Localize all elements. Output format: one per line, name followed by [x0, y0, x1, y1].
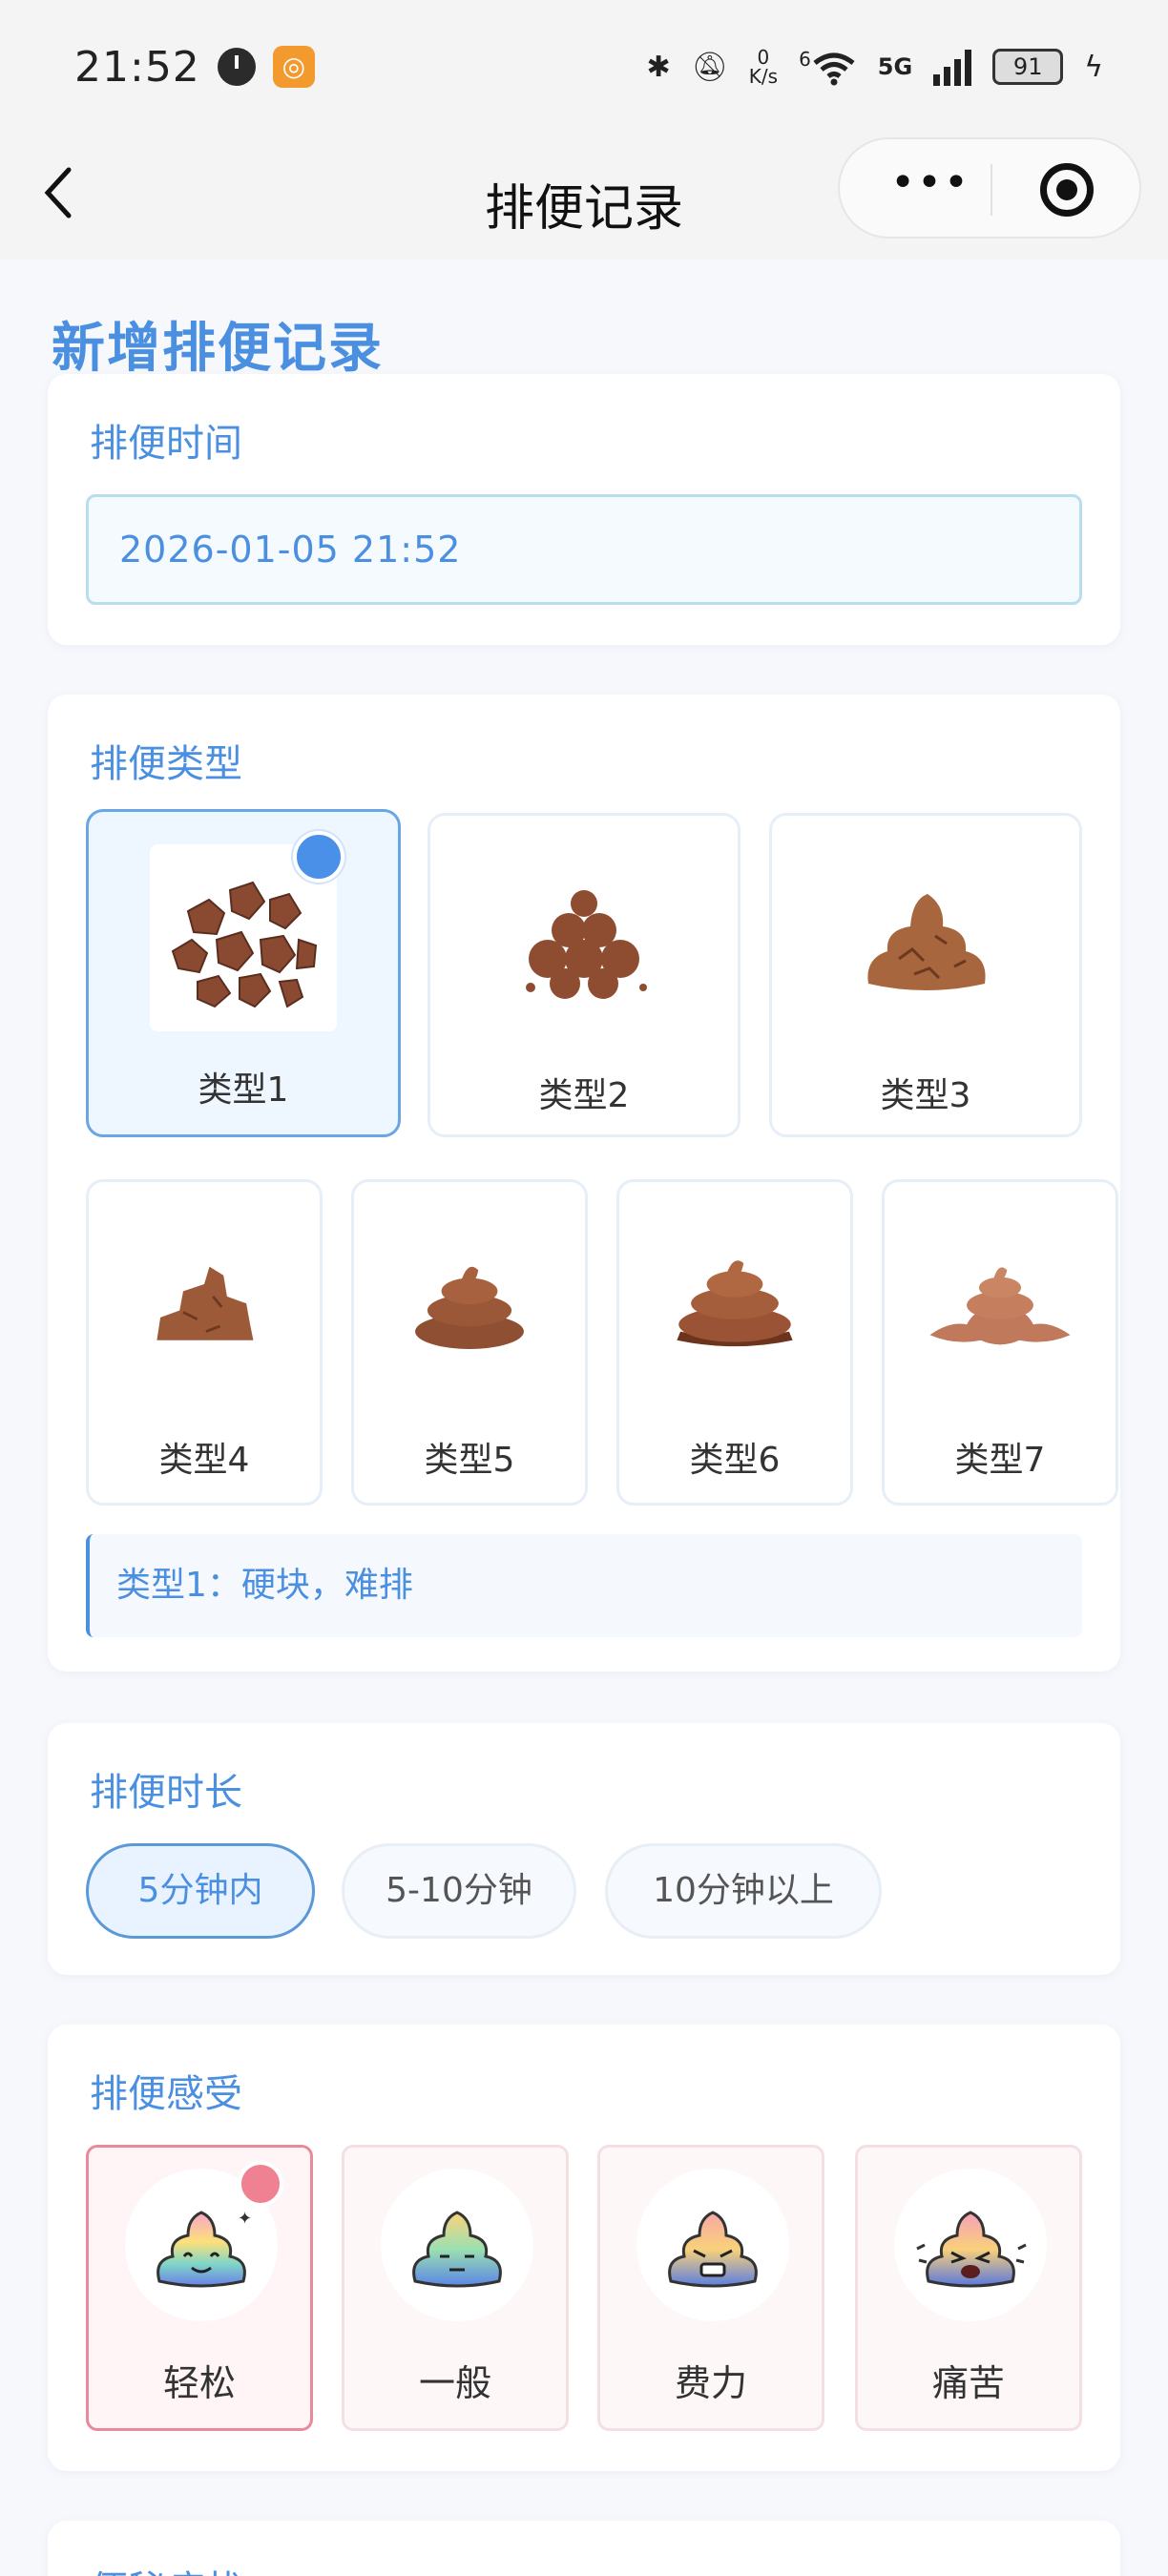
type-option-label: 类型7: [954, 1441, 1046, 1480]
status-time: 21:52: [74, 42, 200, 92]
status-bar: 21:52 ◎ ✱ 🔕︎ 0 K/s 6 5G 91 ϟ: [0, 0, 1168, 134]
time-label: 排便时间: [90, 422, 242, 466]
mini-program-capsule: •••: [838, 137, 1141, 239]
net-speed-unit: K/s: [748, 65, 779, 88]
type-option-label: 类型4: [158, 1441, 250, 1480]
type-description: 类型1：硬块，难排: [86, 1534, 1082, 1637]
duration-option-2[interactable]: 5-10分钟: [342, 1843, 576, 1939]
feeling-option-easy[interactable]: ✦ 轻松: [86, 2145, 313, 2431]
back-button[interactable]: [38, 162, 105, 229]
type-option-6[interactable]: 类型6: [616, 1179, 853, 1506]
feeling-option-label: 轻松: [162, 2362, 236, 2404]
bluetooth-icon: ✱: [646, 50, 671, 84]
neutral-poop-icon: [381, 2169, 533, 2321]
duration-card: 排便时长 5分钟内 5-10分钟 10分钟以上: [48, 1723, 1120, 1975]
type-label: 排便类型: [90, 742, 242, 786]
feeling-option-label: 费力: [674, 2362, 747, 2404]
feeling-option-label: 痛苦: [931, 2362, 1005, 2404]
wifi-icon: 6: [799, 48, 857, 86]
type-option-label: 类型1: [198, 1070, 289, 1110]
duration-label: 排便时长: [90, 1771, 242, 1815]
selected-check-icon: [293, 831, 344, 883]
type-option-1[interactable]: 类型1: [86, 809, 401, 1137]
selected-check-icon: [238, 2161, 283, 2207]
type-option-3[interactable]: 类型3: [769, 813, 1082, 1137]
straining-poop-icon: [636, 2169, 789, 2321]
feeling-option-normal[interactable]: 一般: [342, 2145, 569, 2431]
type-card: 排便类型 类型1 类型2 类型3 类型4 类型5 类型6 类型7 类型1：硬块，…: [48, 695, 1120, 1672]
net-speed: 0 K/s: [749, 48, 778, 86]
soft-blobs-icon: [384, 1209, 555, 1381]
lumpy-sausage-icon: [490, 844, 678, 1031]
battery-icon: 91: [992, 49, 1064, 85]
mushy-icon: [649, 1209, 821, 1381]
feeling-option-pain[interactable]: 痛苦: [855, 2145, 1082, 2431]
cracked-sausage-icon: [832, 844, 1019, 1031]
duration-option-1[interactable]: 5分钟内: [86, 1843, 315, 1939]
status-left: 21:52 ◎: [74, 43, 315, 92]
pain-poop-icon: [894, 2169, 1047, 2321]
time-input[interactable]: 2026-01-05 21:52: [86, 494, 1082, 605]
chevron-left-icon: [44, 167, 72, 218]
feeling-label: 排便感受: [90, 2072, 242, 2116]
feeling-card: 排便感受 ✦ 轻松 一般 费力 痛苦: [48, 2025, 1120, 2471]
time-card: 排便时间 2026-01-05 21:52: [48, 374, 1120, 645]
type-option-7[interactable]: 类型7: [882, 1179, 1118, 1506]
network-type: 5G: [877, 53, 913, 80]
constipation-card: 便秘症状: [48, 2521, 1120, 2576]
type-option-label: 类型6: [689, 1441, 781, 1480]
wifi-mark: 6: [799, 48, 811, 72]
nav-bar: 排便记录 •••: [0, 134, 1168, 260]
page-title: 新增排便记录: [52, 318, 384, 380]
type-option-label: 类型2: [538, 1076, 630, 1115]
status-right: ✱ 🔕︎ 0 K/s 6 5G 91 ϟ: [647, 48, 1103, 86]
mute-bell-icon: 🔕︎: [691, 50, 728, 84]
type-option-5[interactable]: 类型5: [351, 1179, 588, 1506]
capsule-divider: [991, 164, 992, 216]
type-option-label: 类型3: [880, 1076, 971, 1115]
soft-sausage-icon: [118, 1209, 290, 1381]
type-option-label: 类型5: [424, 1441, 515, 1480]
close-target-button[interactable]: [1040, 163, 1094, 217]
app-notification-icon: ◎: [272, 46, 315, 88]
svg-text:✦: ✦: [238, 2209, 252, 2229]
charging-icon: ϟ: [1084, 50, 1103, 84]
signal-icon: [933, 48, 972, 86]
constipation-label: 便秘症状: [90, 2559, 242, 2576]
type-option-2[interactable]: 类型2: [428, 813, 740, 1137]
alarm-icon: [217, 48, 256, 86]
more-button[interactable]: •••: [878, 162, 983, 216]
duration-option-3[interactable]: 10分钟以上: [605, 1843, 882, 1939]
liquid-icon: [914, 1209, 1086, 1381]
feeling-option-label: 一般: [418, 2362, 491, 2404]
feeling-option-effort[interactable]: 费力: [597, 2145, 824, 2431]
type-option-4[interactable]: 类型4: [86, 1179, 323, 1506]
